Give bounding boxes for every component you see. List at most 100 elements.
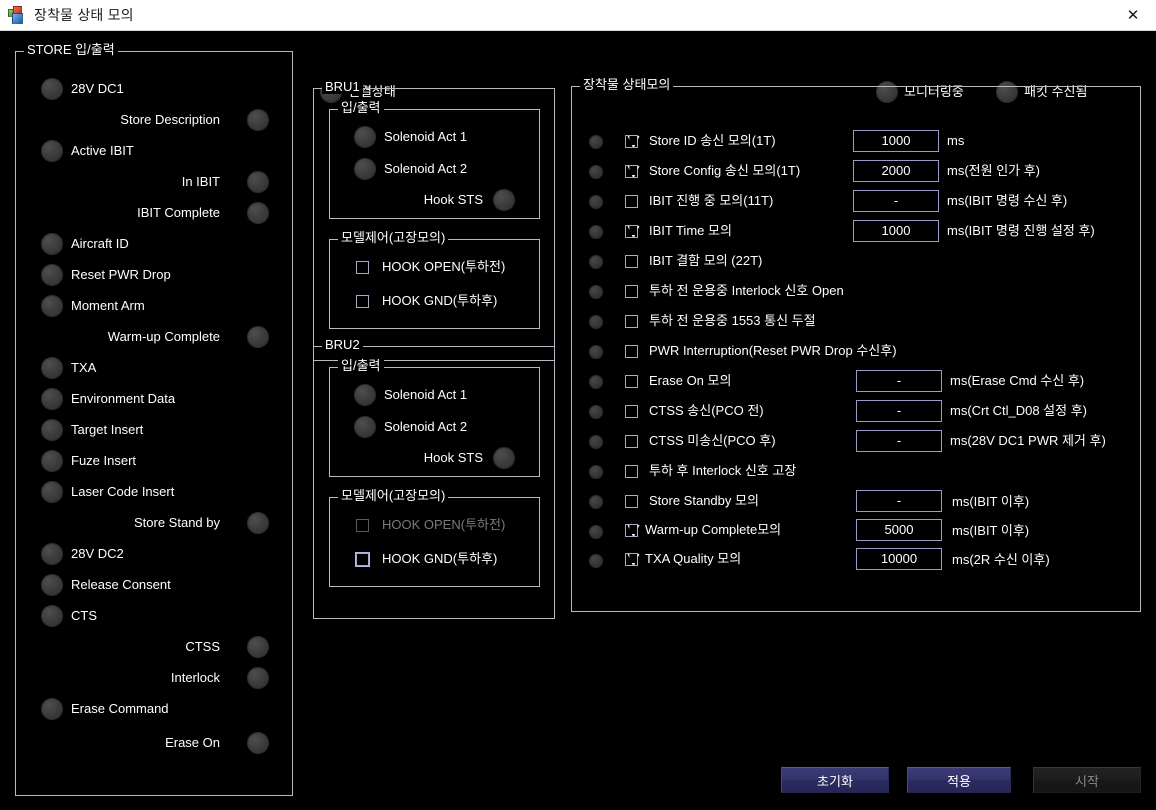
led-sim-row-10 (589, 435, 603, 449)
window-title-bar: 장착물 상태 모의 ✕ (0, 0, 1156, 31)
input-sim-row-14[interactable]: 10000 (856, 548, 942, 570)
label-bru2-hook-gnd[interactable]: HOOK GND(투하후) (382, 551, 497, 567)
close-icon[interactable]: ✕ (1110, 0, 1156, 30)
label-bru1-hook-gnd[interactable]: HOOK GND(투하후) (382, 293, 497, 309)
label-moment-arm: Moment Arm (71, 298, 145, 313)
group-store-state-simulation: 장착물 상태모의 Store ID 송신 모의(1T) 1000 ms Stor… (571, 78, 1141, 612)
label-sim-row-14[interactable]: TXA Quality 모의 (645, 551, 741, 567)
input-sim-row-9[interactable]: - (856, 400, 942, 422)
checkbox-sim-row-11[interactable] (625, 465, 638, 478)
input-sim-row-8[interactable]: - (856, 370, 942, 392)
reset-button[interactable]: 초기화 (781, 767, 889, 793)
checkbox-sim-row-9[interactable] (625, 405, 638, 418)
led-bru1-solenoid-act-2 (354, 158, 376, 180)
group-bru1-model-control-title: 모델제어(고장모의) (338, 231, 449, 245)
checkbox-sim-row-8[interactable] (625, 375, 638, 388)
group-bru1-title: BRU1 (322, 80, 363, 94)
checkbox-bru1-hook-gnd[interactable] (356, 295, 369, 308)
label-28v-dc2: 28V DC2 (71, 546, 124, 561)
led-sim-row-11 (589, 465, 603, 479)
label-bru2-solenoid-act-1: Solenoid Act 1 (384, 387, 468, 402)
led-release-consent (41, 574, 63, 596)
label-bru1-hook-open[interactable]: HOOK OPEN(투하전) (382, 259, 505, 275)
label-bru2-solenoid-act-2: Solenoid Act 2 (384, 419, 468, 434)
led-active-ibit (41, 140, 63, 162)
label-28v-dc1: 28V DC1 (71, 81, 124, 96)
checkbox-sim-row-5[interactable] (625, 285, 638, 298)
led-sim-row-1 (589, 165, 603, 179)
led-target-insert (41, 419, 63, 441)
checkbox-bru1-hook-open[interactable] (356, 261, 369, 274)
led-bru1-solenoid-act-1 (354, 126, 376, 148)
label-warm-up-complete: Warm-up Complete (107, 329, 220, 344)
unit-sim-row-8: ms(Erase Cmd 수신 후) (950, 373, 1085, 388)
label-sim-row-10[interactable]: CTSS 미송신(PCO 후) (649, 433, 776, 449)
checkbox-sim-row-14[interactable] (625, 553, 638, 566)
label-sim-row-3[interactable]: IBIT Time 모의 (649, 223, 732, 239)
led-sim-row-3 (589, 225, 603, 239)
label-bru2-hook-sts: Hook STS (423, 450, 483, 465)
led-store-stand-by (247, 512, 269, 534)
label-sim-row-2[interactable]: IBIT 진행 중 모의(11T) (649, 193, 773, 209)
label-sim-row-13[interactable]: Warm-up Complete모의 (645, 522, 781, 538)
label-sim-row-1[interactable]: Store Config 송신 모의(1T) (649, 163, 800, 179)
checkbox-sim-row-10[interactable] (625, 435, 638, 448)
group-bru1-model-control: 모델제어(고장모의) HOOK OPEN(투하전) HOOK GND(투하후) (329, 231, 540, 329)
label-bru1-solenoid-act-2: Solenoid Act 2 (384, 161, 468, 176)
label-erase-command: Erase Command (71, 701, 169, 716)
label-store-stand-by: Store Stand by (134, 515, 220, 530)
label-sim-row-5[interactable]: 투하 전 운용중 Interlock 신호 Open (649, 283, 844, 299)
unit-sim-row-1: ms(전원 인가 후) (947, 163, 1041, 178)
group-store-io: STORE 입/출력 28V DC1 Store Description Act… (15, 43, 293, 796)
led-sim-row-4 (589, 255, 603, 269)
checkbox-sim-row-2[interactable] (625, 195, 638, 208)
unit-sim-row-0: ms (947, 133, 965, 148)
checkbox-bru2-hook-gnd[interactable] (356, 553, 369, 566)
checkbox-sim-row-4[interactable] (625, 255, 638, 268)
group-bru2-model-control-title: 모델제어(고장모의) (338, 489, 449, 503)
label-sim-row-8[interactable]: Erase On 모의 (649, 373, 731, 389)
led-cts (41, 605, 63, 627)
checkbox-sim-row-7[interactable] (625, 345, 638, 358)
led-erase-command (41, 698, 63, 720)
label-aircraft-id: Aircraft ID (71, 236, 129, 251)
led-28v-dc1 (41, 78, 63, 100)
checkbox-sim-row-0[interactable] (625, 135, 638, 148)
start-button: 시작 (1033, 767, 1141, 793)
led-sim-row-5 (589, 285, 603, 299)
label-ctss: CTSS (185, 639, 220, 654)
label-fuze-insert: Fuze Insert (71, 453, 137, 468)
led-bru2-solenoid-act-2 (354, 416, 376, 438)
input-sim-row-12[interactable]: - (856, 490, 942, 512)
unit-sim-row-9: ms(Crt Ctl_D08 설정 후) (950, 403, 1087, 418)
checkbox-sim-row-3[interactable] (625, 225, 638, 238)
checkbox-sim-row-1[interactable] (625, 165, 638, 178)
label-in-ibit: In IBIT (181, 174, 220, 189)
input-sim-row-13[interactable]: 5000 (856, 519, 942, 541)
group-bru2-model-control: 모델제어(고장모의) HOOK OPEN(투하전) HOOK GND(투하후) (329, 489, 540, 587)
label-sim-row-11[interactable]: 투하 후 Interlock 신호 고장 (649, 463, 796, 479)
group-bru2-title: BRU2 (322, 338, 363, 352)
input-sim-row-0[interactable]: 1000 (853, 130, 939, 152)
label-sim-row-6[interactable]: 투하 전 운용중 1553 통신 두절 (649, 313, 816, 329)
led-erase-on (247, 732, 269, 754)
checkbox-sim-row-12[interactable] (625, 495, 638, 508)
checkbox-sim-row-13[interactable] (625, 524, 638, 537)
input-sim-row-3[interactable]: 1000 (853, 220, 939, 242)
label-sim-row-0[interactable]: Store ID 송신 모의(1T) (649, 133, 776, 149)
label-sim-row-7[interactable]: PWR Interruption(Reset PWR Drop 수신후) (649, 343, 897, 359)
led-sim-row-8 (589, 375, 603, 389)
label-store-description: Store Description (120, 112, 220, 127)
apply-button[interactable]: 적용 (907, 767, 1011, 793)
label-bru1-hook-sts: Hook STS (423, 192, 483, 207)
label-sim-row-12[interactable]: Store Standby 모의 (649, 493, 759, 509)
input-sim-row-1[interactable]: 2000 (853, 160, 939, 182)
input-sim-row-2[interactable]: - (853, 190, 939, 212)
app-blocks-icon (8, 6, 26, 24)
checkbox-sim-row-6[interactable] (625, 315, 638, 328)
input-sim-row-10[interactable]: - (856, 430, 942, 452)
label-sim-row-9[interactable]: CTSS 송신(PCO 전) (649, 403, 764, 419)
label-sim-row-4[interactable]: IBIT 결함 모의 (22T) (649, 253, 762, 269)
dialog-body: 연결상태 모니터링중 패킷 수신됨 STORE 입/출력 28V DC1 Sto… (0, 31, 1156, 810)
led-ibit-complete (247, 202, 269, 224)
